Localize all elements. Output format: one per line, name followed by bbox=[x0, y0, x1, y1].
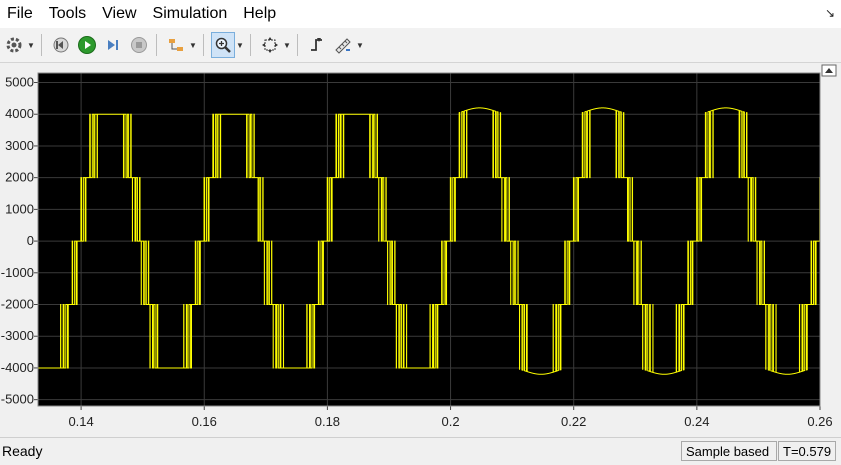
triggers-icon[interactable] bbox=[305, 32, 329, 58]
stop-icon[interactable] bbox=[127, 32, 151, 58]
status-bar: Ready Sample based T=0.579 bbox=[0, 437, 841, 465]
toolbar-separator bbox=[203, 34, 204, 56]
x-tick-label: 0.24 bbox=[684, 414, 709, 429]
y-tick-label: 2000 bbox=[5, 170, 34, 185]
x-tick-label: 0.26 bbox=[807, 414, 832, 429]
menu-help[interactable]: Help bbox=[235, 0, 284, 28]
signal-select-icon[interactable] bbox=[164, 32, 188, 58]
y-tick-label: -3000 bbox=[1, 328, 34, 343]
settings-dropdown-icon[interactable]: ▼ bbox=[26, 32, 36, 58]
toolbar: ▼ ▼ ▼ ▼ ▼ bbox=[0, 28, 841, 63]
zoom-in-icon[interactable] bbox=[211, 32, 235, 58]
zoom-dropdown-icon[interactable]: ▼ bbox=[235, 32, 245, 58]
x-tick-label: 0.14 bbox=[68, 414, 93, 429]
y-tick-label: -5000 bbox=[1, 392, 34, 407]
x-tick-label: 0.2 bbox=[442, 414, 460, 429]
maximize-axes-icon[interactable] bbox=[821, 64, 837, 77]
toolbar-separator bbox=[297, 34, 298, 56]
run-icon[interactable] bbox=[75, 32, 99, 58]
y-tick-label: -1000 bbox=[1, 265, 34, 280]
status-ready: Ready bbox=[2, 443, 43, 459]
gear-icon[interactable] bbox=[2, 32, 26, 58]
menu-simulation[interactable]: Simulation bbox=[145, 0, 236, 28]
y-tick-label: -4000 bbox=[1, 360, 34, 375]
step-forward-icon[interactable] bbox=[101, 32, 125, 58]
menu-tools[interactable]: Tools bbox=[41, 0, 94, 28]
step-back-icon[interactable] bbox=[49, 32, 73, 58]
time-readout: T=0.579 bbox=[778, 441, 836, 461]
signal-dropdown-icon[interactable]: ▼ bbox=[188, 32, 198, 58]
x-tick-label: 0.22 bbox=[561, 414, 586, 429]
toolbar-separator bbox=[41, 34, 42, 56]
measurements-dropdown-icon[interactable]: ▼ bbox=[355, 32, 365, 58]
y-tick-label: 4000 bbox=[5, 106, 34, 121]
y-tick-label: 3000 bbox=[5, 138, 34, 153]
menu-view[interactable]: View bbox=[94, 0, 144, 28]
measurements-icon[interactable] bbox=[331, 32, 355, 58]
y-tick-label: 0 bbox=[27, 233, 34, 248]
scope-display[interactable]: 5000 4000 3000 2000 1000 0 -1000 -2000 -3000 -400… bbox=[0, 63, 841, 436]
y-tick-label: 5000 bbox=[5, 75, 34, 90]
toolbar-separator bbox=[250, 34, 251, 56]
x-tick-label: 0.18 bbox=[315, 414, 340, 429]
fit-to-view-icon[interactable] bbox=[258, 32, 282, 58]
x-tick-label: 0.16 bbox=[192, 414, 217, 429]
y-tick-label: 1000 bbox=[5, 201, 34, 216]
undock-arrow-icon[interactable]: ↘ bbox=[825, 6, 835, 20]
menu-bar: File Tools View Simulation Help ↘ bbox=[0, 0, 841, 28]
y-tick-label: -2000 bbox=[1, 297, 34, 312]
menu-file[interactable]: File bbox=[0, 0, 41, 28]
toolbar-separator bbox=[156, 34, 157, 56]
fit-dropdown-icon[interactable]: ▼ bbox=[282, 32, 292, 58]
waveform-plot[interactable]: 5000 4000 3000 2000 1000 0 -1000 -2000 -3000 -400… bbox=[0, 63, 841, 436]
sample-mode-indicator: Sample based bbox=[681, 441, 777, 461]
